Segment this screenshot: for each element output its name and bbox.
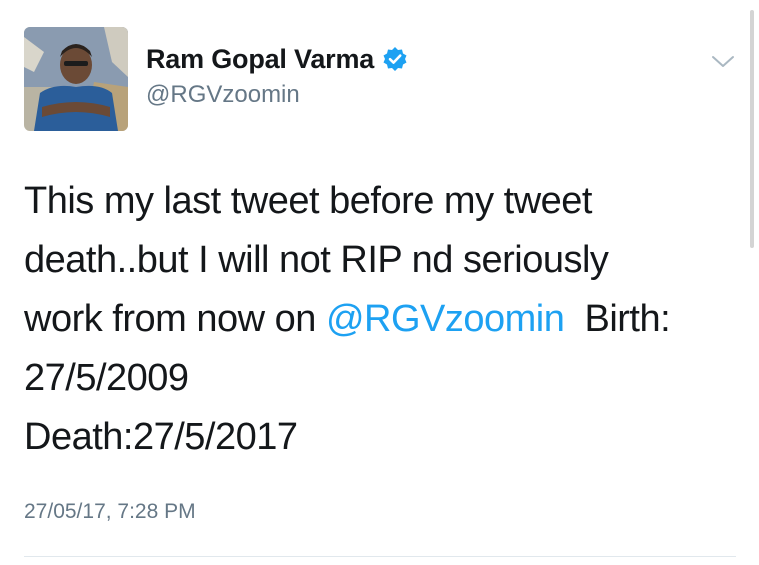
author-name-row: Ram Gopal Varma xyxy=(146,40,408,78)
tweet-text-line: Death:27/5/2017 xyxy=(24,416,298,458)
tweet-text: This my last tweet before my tweet death… xyxy=(24,172,729,467)
author-handle[interactable]: @RGVzoomin xyxy=(146,81,300,109)
tweet-text-line: death..but I will not RIP nd seriously xyxy=(24,239,609,281)
tweet-card: Ram Gopal Varma @RGVzoomin This my last … xyxy=(0,0,759,565)
avatar[interactable] xyxy=(24,27,128,131)
tweet-text-line: This my last tweet before my tweet xyxy=(24,180,592,222)
divider xyxy=(24,556,736,557)
scrollbar[interactable] xyxy=(750,10,754,248)
tweet-text-segment: Birth: xyxy=(564,298,671,340)
author-display-name[interactable]: Ram Gopal Varma xyxy=(146,44,374,75)
verified-badge-icon xyxy=(382,46,408,72)
mention-link[interactable]: @RGVzoomin xyxy=(326,298,565,340)
tweet-text-line: work from now on @RGVzoomin Birth: xyxy=(24,290,729,349)
chevron-down-icon[interactable] xyxy=(709,53,737,71)
tweet-timestamp[interactable]: 27/05/17, 7:28 PM xyxy=(24,500,196,524)
tweet-text-segment: work from now on xyxy=(24,298,326,340)
tweet-text-line: 27/5/2009 xyxy=(24,357,189,399)
